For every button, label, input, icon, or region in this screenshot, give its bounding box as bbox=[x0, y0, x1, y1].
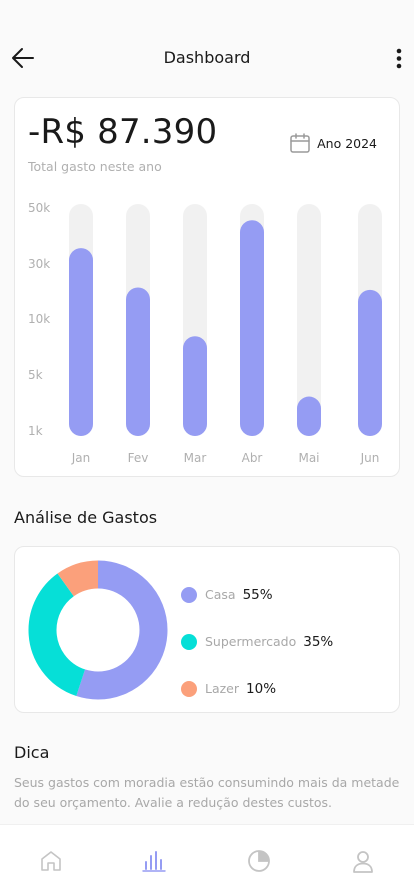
x-tick-label: Abr bbox=[242, 451, 263, 465]
bar bbox=[126, 287, 150, 436]
bar bbox=[358, 289, 382, 436]
bar bbox=[297, 396, 321, 436]
tip-text: Seus gastos com moradia estão consumindo… bbox=[14, 775, 400, 810]
analysis-title: Análise de Gastos bbox=[14, 508, 158, 527]
y-tick-label: 50k bbox=[28, 201, 50, 215]
user-icon[interactable] bbox=[350, 848, 376, 874]
bar bbox=[69, 248, 93, 436]
x-tick-label: Jan bbox=[71, 451, 91, 465]
bottom-tab-bar bbox=[0, 824, 414, 896]
pie-chart-icon[interactable] bbox=[246, 848, 272, 874]
analysis-card: Casa 55% Supermercado 35% Lazer 10% bbox=[14, 546, 400, 713]
more-vertical-icon[interactable] bbox=[394, 46, 404, 70]
x-tick-label: Mai bbox=[298, 451, 319, 465]
legend-percent: 35% bbox=[303, 633, 334, 650]
y-tick-label: 5k bbox=[28, 368, 43, 382]
tip-title: Dica bbox=[14, 743, 50, 762]
legend-label: Lazer bbox=[205, 681, 240, 696]
home-icon[interactable] bbox=[38, 848, 64, 874]
legend-label: Supermercado bbox=[205, 634, 297, 649]
legend-percent: 10% bbox=[246, 680, 277, 697]
bar bbox=[183, 336, 207, 436]
x-tick-label: Mar bbox=[184, 451, 207, 465]
page-title: Dashboard bbox=[163, 48, 251, 67]
legend-percent: 55% bbox=[242, 586, 273, 603]
legend-item-casa: Casa 55% bbox=[181, 571, 391, 618]
y-tick-label: 1k bbox=[28, 424, 43, 438]
legend-dot bbox=[181, 680, 197, 697]
spending-donut-chart bbox=[28, 560, 168, 700]
x-tick-label: Jun bbox=[360, 451, 380, 465]
app-header: Dashboard bbox=[0, 0, 414, 100]
legend-item-lazer: Lazer 10% bbox=[181, 665, 391, 712]
y-tick-label: 10k bbox=[28, 312, 50, 326]
y-tick-label: 30k bbox=[28, 257, 50, 271]
total-spent-card: -R$ 87.390 Total gasto neste ano Ano 202… bbox=[14, 97, 400, 477]
legend-item-supermercado: Supermercado 35% bbox=[181, 618, 391, 665]
bar-chart-icon[interactable] bbox=[141, 848, 167, 874]
monthly-bar-chart: 50k 30k 10k 5k 1k Jan Fev Mar Abr Mai Jun bbox=[28, 201, 382, 465]
legend-dot bbox=[181, 586, 197, 603]
legend-dot bbox=[181, 633, 197, 650]
bar bbox=[240, 220, 264, 436]
x-tick-label: Fev bbox=[128, 451, 149, 465]
legend-label: Casa bbox=[205, 587, 236, 602]
donut-legend: Casa 55% Supermercado 35% Lazer 10% bbox=[181, 571, 391, 712]
